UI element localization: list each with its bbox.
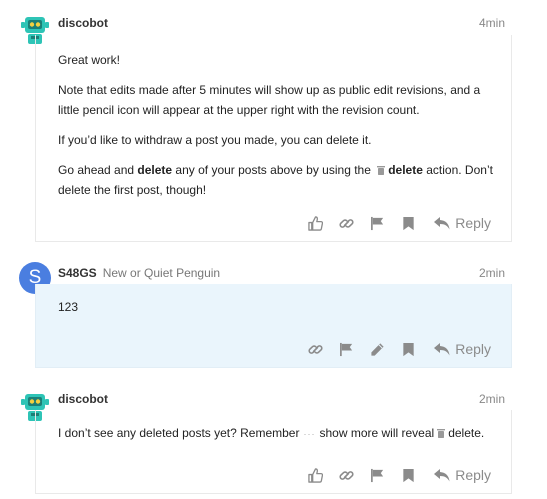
post-1: discobot 4min Great work! Note that edit… (0, 0, 547, 250)
trash-icon (377, 166, 386, 175)
post-paragraph: 123 (58, 300, 79, 314)
bold-delete-action: delete (388, 163, 423, 177)
reply-label: Reply (455, 341, 491, 357)
post-3: discobot 2min I don’t see any deleted po… (0, 385, 547, 499)
bookmark-icon (403, 468, 414, 482)
reply-button[interactable]: Reply (434, 215, 491, 231)
text-segment: delete. (448, 426, 485, 440)
user-title: New or Quiet Penguin (102, 266, 221, 280)
bookmark-button[interactable] (398, 213, 418, 233)
post-timestamp[interactable]: 2min (479, 392, 505, 406)
link-icon (339, 470, 354, 480)
post-paragraph: I don’t see any deleted posts yet? Remem… (58, 423, 493, 444)
reply-button[interactable]: Reply (434, 341, 491, 357)
flag-button[interactable] (367, 213, 387, 233)
post-actions: Reply (294, 213, 491, 233)
reply-arrow-icon (434, 468, 450, 481)
post-paragraph: If you’d like to withdraw a post you mad… (58, 133, 372, 147)
flag-icon (370, 468, 383, 482)
text-segment: I don’t see any deleted posts yet? Remem… (58, 426, 300, 440)
bookmark-button[interactable] (398, 465, 418, 485)
flag-icon (339, 342, 352, 356)
post-paragraph: Note that edits made after 5 minutes wil… (58, 83, 481, 117)
like-button[interactable] (305, 213, 325, 233)
like-icon (307, 215, 323, 231)
flag-button[interactable] (367, 465, 387, 485)
post-content: Great work! Note that edits made after 5… (58, 50, 493, 210)
post-actions: Reply (294, 339, 491, 359)
reply-label: Reply (455, 215, 491, 231)
post-body: 123 Reply (35, 284, 512, 368)
bookmark-icon (403, 216, 414, 230)
reply-button[interactable]: Reply (434, 467, 491, 483)
post-username[interactable]: S48GS New or Quiet Penguin (58, 266, 220, 280)
edit-button[interactable] (367, 339, 387, 359)
bold-delete: delete (137, 163, 173, 177)
trash-icon (437, 429, 446, 438)
copy-link-button[interactable] (336, 465, 356, 485)
text-segment: show more will reveal (319, 426, 435, 440)
post-timestamp[interactable]: 2min (479, 266, 505, 280)
post-username[interactable]: discobot (58, 16, 108, 30)
post-content: I don’t see any deleted posts yet? Remem… (58, 423, 493, 454)
copy-link-button[interactable] (336, 213, 356, 233)
post-actions: Reply (294, 465, 491, 485)
show-more-dots-icon: ··· (303, 429, 316, 439)
post-username[interactable]: discobot (58, 392, 108, 406)
link-icon (308, 344, 323, 354)
bookmark-icon (403, 342, 414, 356)
username-text[interactable]: S48GS (58, 266, 97, 280)
post-body: I don’t see any deleted posts yet? Remem… (35, 410, 512, 494)
post-content: 123 (58, 297, 493, 327)
link-icon (339, 218, 354, 228)
like-icon (307, 467, 323, 483)
like-button[interactable] (305, 465, 325, 485)
flag-icon (370, 216, 383, 230)
bookmark-button[interactable] (398, 339, 418, 359)
text-segment: any of your posts above by using the (172, 163, 375, 177)
reply-label: Reply (455, 467, 491, 483)
post-2: S S48GS New or Quiet Penguin 2min 123 Rep… (0, 260, 547, 375)
text-segment: Go ahead and (58, 163, 138, 177)
copy-link-button[interactable] (305, 339, 325, 359)
post-body: Great work! Note that edits made after 5… (35, 35, 512, 242)
post-paragraph: Go ahead and delete any of your posts ab… (58, 160, 493, 200)
reply-arrow-icon (434, 216, 450, 229)
reply-arrow-icon (434, 342, 450, 355)
edit-icon (371, 342, 384, 356)
flag-button[interactable] (336, 339, 356, 359)
post-timestamp[interactable]: 4min (479, 16, 505, 30)
post-paragraph: Great work! (58, 53, 121, 67)
